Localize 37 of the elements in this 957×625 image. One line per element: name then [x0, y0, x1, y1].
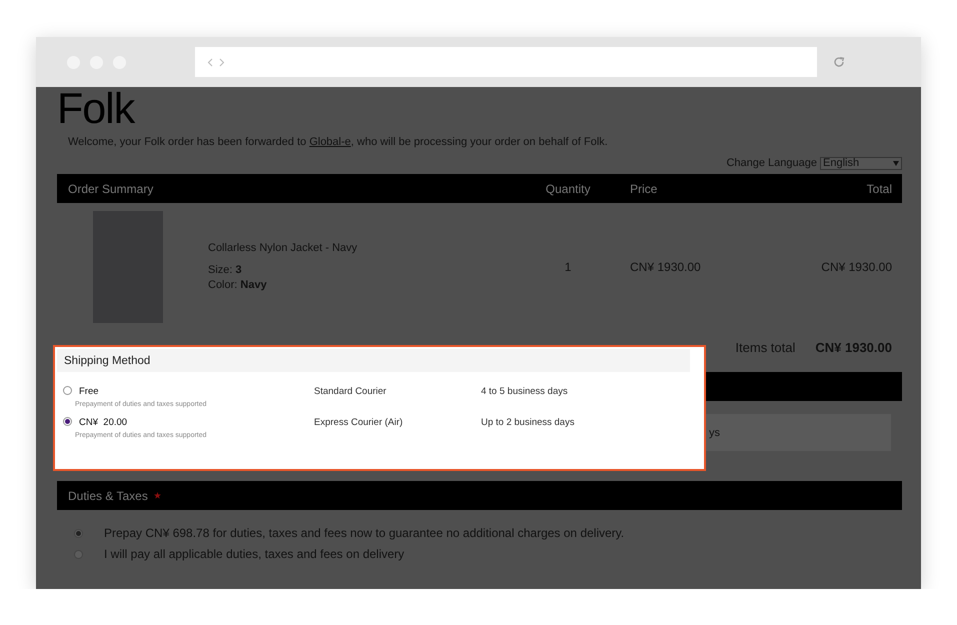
- dialog-title: Shipping Method: [64, 354, 150, 366]
- duties-option-label: I will pay all applicable duties, taxes and fees on delivery: [104, 547, 404, 561]
- delivery-time: 4 to 5 business days: [481, 386, 569, 397]
- carrier-name: Standard Courier: [314, 386, 388, 397]
- language-label: Change Language: [726, 157, 817, 169]
- radio-button[interactable]: [74, 550, 83, 558]
- welcome-message: Welcome, your Folk order has been forwarded to Global-e, who will be processing your order on behalf of Folk.: [68, 136, 608, 148]
- color-text: Color: Navy: [208, 278, 268, 292]
- global-e-link[interactable]: Global-e: [309, 136, 351, 148]
- radio-button[interactable]: [63, 386, 72, 395]
- column-header: Total: [866, 182, 893, 196]
- product-name: Collarless Nylon Jacket - Navy: [208, 242, 358, 254]
- price-text: CN¥ 1930.00: [629, 260, 702, 274]
- duties-title: Duties & Taxes: [68, 488, 148, 502]
- language-select[interactable]: English: [820, 156, 902, 170]
- total-text: CN¥ 1930.00: [820, 260, 893, 274]
- column-header: Price: [629, 182, 658, 196]
- shipping-price: CN¥ 20.00: [79, 417, 128, 428]
- back-icon[interactable]: [207, 58, 213, 66]
- size-text: Size: 3: [208, 262, 243, 278]
- column-header: Order Summary: [67, 182, 154, 196]
- dropdown-caret-icon: [893, 160, 899, 166]
- radio-button[interactable]: [74, 528, 83, 538]
- quantity-text: 1: [564, 260, 572, 274]
- delivery-text: ys: [709, 426, 720, 438]
- forward-icon[interactable]: [219, 58, 225, 66]
- store-logo: Folk: [57, 89, 134, 129]
- column-header: Quantity: [544, 182, 592, 196]
- delivery-time: Up to 2 business days: [481, 417, 576, 428]
- reload-icon[interactable]: [833, 56, 845, 68]
- duties-option-label: Prepay CN¥ 698.78 for duties, taxes and fees now to guarantee no additional charges on delivery.: [104, 526, 624, 540]
- address-bar[interactable]: [195, 47, 817, 77]
- radio-button[interactable]: [63, 417, 72, 426]
- shipping-price: Free: [79, 386, 99, 397]
- carrier-name: Express Courier (Air): [314, 417, 404, 428]
- items-total-label: Items total: [735, 340, 796, 354]
- items-total-value: CN¥ 1930.00: [815, 340, 892, 354]
